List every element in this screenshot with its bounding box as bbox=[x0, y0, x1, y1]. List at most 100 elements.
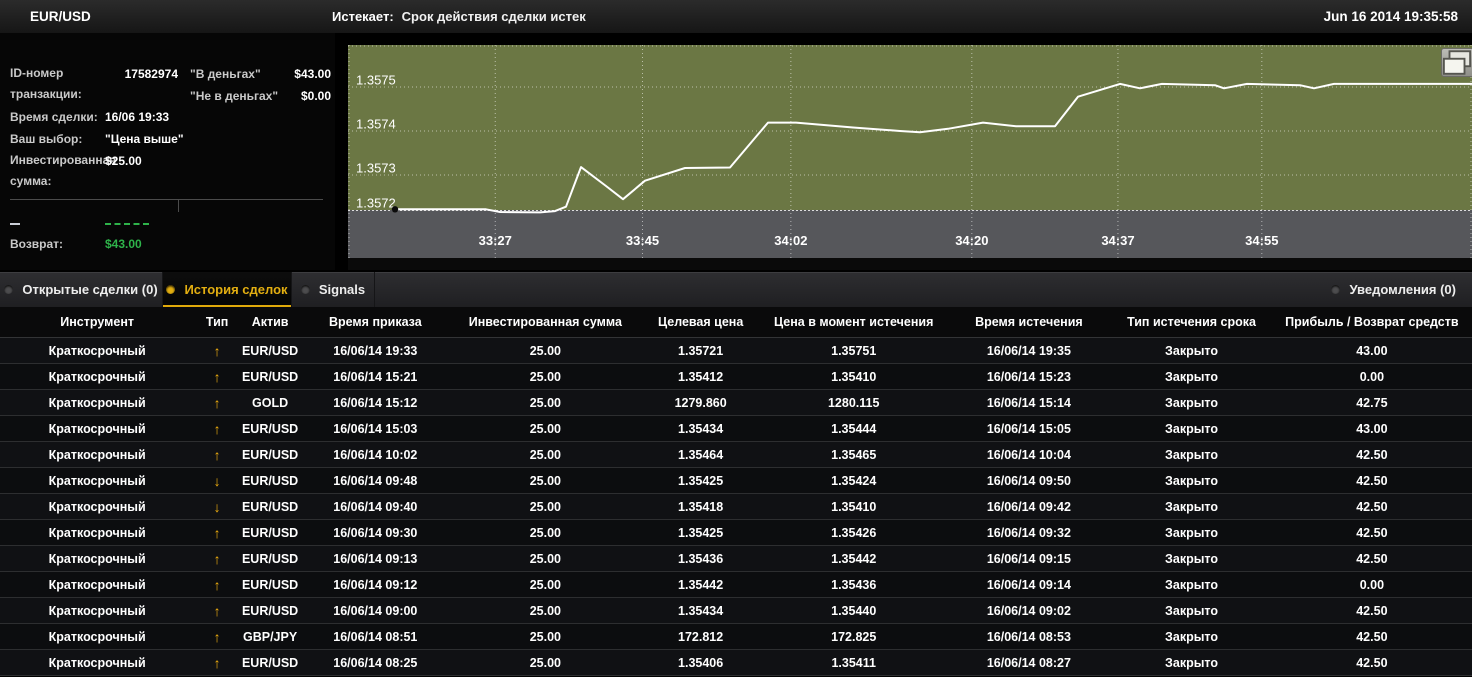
tab-label: История сделок bbox=[184, 282, 288, 297]
table-cell: 1.35411 bbox=[760, 649, 947, 676]
trade-time-value: 16/06 19:33 bbox=[105, 110, 170, 124]
tab-dot-icon bbox=[300, 285, 310, 294]
tab-label: Уведомления (0) bbox=[1349, 282, 1456, 297]
table-cell: EUR/USD bbox=[239, 415, 301, 442]
panel-divider bbox=[10, 199, 323, 200]
tab-label: Signals bbox=[318, 282, 366, 297]
table-row: Краткосрочный ↑ EUR/USD 16/06/14 09:00 25.00… bbox=[0, 597, 1472, 624]
y-axis-label: 1.3572 bbox=[356, 196, 396, 211]
table-row: Краткосрочный ↑ EUR/USD 16/06/14 15:21 25.00… bbox=[0, 363, 1472, 390]
table-cell: 172.825 bbox=[760, 623, 947, 650]
table-cell: 16/06/14 09:12 bbox=[300, 571, 451, 598]
table-cell: 25.00 bbox=[450, 389, 641, 416]
table-cell: EUR/USD bbox=[239, 571, 301, 598]
table-cell: EUR/USD bbox=[239, 597, 301, 624]
table-cell: 16/06/14 15:14 bbox=[946, 389, 1112, 416]
asset-symbol: EUR/USD bbox=[30, 9, 91, 24]
table-cell: 1.35436 bbox=[760, 571, 947, 598]
table-cell: 1.35406 bbox=[640, 649, 761, 676]
table-cell: Закрыто bbox=[1111, 597, 1272, 624]
table-cell: 16/06/14 09:32 bbox=[946, 519, 1112, 546]
in-money-label: "В деньгах" bbox=[190, 67, 261, 81]
table-cell: 16/06/14 09:40 bbox=[300, 493, 451, 520]
table-cell: EUR/USD bbox=[239, 519, 301, 546]
table-cell: 25.00 bbox=[450, 415, 641, 442]
table-cell: 16/06/14 09:02 bbox=[946, 597, 1112, 624]
table-cell: Краткосрочный bbox=[0, 415, 195, 442]
table-cell: 16/06/14 15:03 bbox=[300, 415, 451, 442]
table-cell: 1.35436 bbox=[640, 545, 761, 572]
table-cell: 16/06/14 15:21 bbox=[300, 363, 451, 390]
table-cell: Краткосрочный bbox=[0, 649, 195, 676]
table-cell: Краткосрочный bbox=[0, 519, 195, 546]
table-cell: 16/06/14 08:25 bbox=[300, 649, 451, 676]
table-cell: 1.35425 bbox=[640, 467, 761, 494]
table-cell: 16/06/14 08:27 bbox=[946, 649, 1112, 676]
chart-bottom-strip bbox=[348, 258, 1472, 270]
tab-dot-icon bbox=[166, 285, 176, 294]
table-cell: 16/06/14 19:35 bbox=[946, 337, 1112, 364]
table-cell: 43.00 bbox=[1271, 415, 1472, 442]
out-money-value: $0.00 bbox=[300, 89, 331, 103]
table-cell: 1.35434 bbox=[640, 597, 761, 624]
tab-bar: Открытые сделки (0) История сделок Signa… bbox=[0, 272, 1472, 307]
table-cell: 16/06/14 09:48 bbox=[300, 467, 451, 494]
table-cell: 25.00 bbox=[450, 623, 641, 650]
table-row: Краткосрочный ↑ EUR/USD 16/06/14 09:13 25.00… bbox=[0, 545, 1472, 572]
table-cell: 16/06/14 15:05 bbox=[946, 415, 1112, 442]
table-cell: Закрыто bbox=[1111, 571, 1272, 598]
popout-button[interactable] bbox=[1441, 48, 1472, 77]
price-chart: 1.3575 1.3574 1.3573 1.3572 33:27 33:45 34:02 3… bbox=[348, 45, 1472, 270]
table-cell: GOLD bbox=[239, 389, 301, 416]
x-axis-label: 34:55 bbox=[1245, 233, 1278, 248]
table-cell: 42.50 bbox=[1271, 467, 1472, 494]
table-cell: 16/06/14 09:50 bbox=[946, 467, 1112, 494]
top-bar: EUR/USD Истекает: Срок действия сделки ис… bbox=[0, 0, 1472, 34]
table-row: Краткосрочный ↓ EUR/USD 16/06/14 09:40 25.00… bbox=[0, 493, 1472, 520]
y-axis-label: 1.3573 bbox=[356, 161, 396, 176]
table-cell: EUR/USD bbox=[239, 337, 301, 364]
table-cell: 16/06/14 09:00 bbox=[300, 597, 451, 624]
table-cell: 172.812 bbox=[640, 623, 761, 650]
tab-open-trades[interactable]: Открытые сделки (0) bbox=[0, 272, 163, 307]
table-cell: Краткосрочный bbox=[0, 571, 195, 598]
table-cell: Закрыто bbox=[1111, 337, 1272, 364]
table-row: Краткосрочный ↑ EUR/USD 16/06/14 08:25 25.00… bbox=[0, 649, 1472, 676]
table-row: Краткосрочный ↑ EUR/USD 16/06/14 09:30 25.00… bbox=[0, 519, 1472, 546]
table-cell: 16/06/14 10:04 bbox=[946, 441, 1112, 468]
server-datetime: Jun 16 2014 19:35:58 bbox=[1323, 9, 1458, 24]
table-cell: 1.35410 bbox=[760, 493, 947, 520]
invested-value: $25.00 bbox=[105, 154, 142, 168]
tab-trade-history[interactable]: История сделок bbox=[163, 272, 292, 307]
table-cell: 1.35440 bbox=[760, 597, 947, 624]
table-cell: Закрыто bbox=[1111, 519, 1272, 546]
column-header: Цена в момент истечения bbox=[760, 307, 947, 338]
series-start-dot bbox=[391, 206, 399, 213]
tab-notifications[interactable]: Уведомления (0) bbox=[1319, 272, 1472, 307]
up-arrow-icon: ↑ bbox=[194, 545, 240, 572]
table-cell: 0.00 bbox=[1271, 363, 1472, 390]
expiry-status: Истекает: Срок действия сделки истек bbox=[332, 0, 586, 33]
out-money-label: "Не в деньгах" bbox=[190, 89, 279, 103]
tab-signals[interactable]: Signals bbox=[292, 272, 375, 307]
panel-divider-tick bbox=[178, 199, 179, 212]
table-cell: 1.35721 bbox=[640, 337, 761, 364]
payout-marker-dash bbox=[10, 223, 20, 225]
table-cell: Краткосрочный bbox=[0, 597, 195, 624]
table-cell: 42.75 bbox=[1271, 389, 1472, 416]
x-axis-label: 34:37 bbox=[1101, 233, 1134, 248]
table-cell: 25.00 bbox=[450, 441, 641, 468]
column-header: Прибыль / Возврат средств bbox=[1271, 307, 1472, 338]
table-cell: 25.00 bbox=[450, 597, 641, 624]
table-cell: Закрыто bbox=[1111, 649, 1272, 676]
table-cell: 42.50 bbox=[1271, 519, 1472, 546]
expiry-status-label: Истекает: bbox=[332, 9, 394, 24]
table-head: Инструмент Тип Актив Время приказа Инвестиро… bbox=[0, 307, 1472, 338]
trade-time-label: Время сделки: bbox=[10, 110, 98, 124]
chart-below-band bbox=[348, 210, 1472, 258]
expiry-status-text: Срок действия сделки истек bbox=[401, 9, 586, 24]
table-cell: 42.50 bbox=[1271, 493, 1472, 520]
table-cell: EUR/USD bbox=[239, 467, 301, 494]
payout-dashed-line-icon bbox=[105, 223, 149, 225]
table-cell: 16/06/14 10:02 bbox=[300, 441, 451, 468]
